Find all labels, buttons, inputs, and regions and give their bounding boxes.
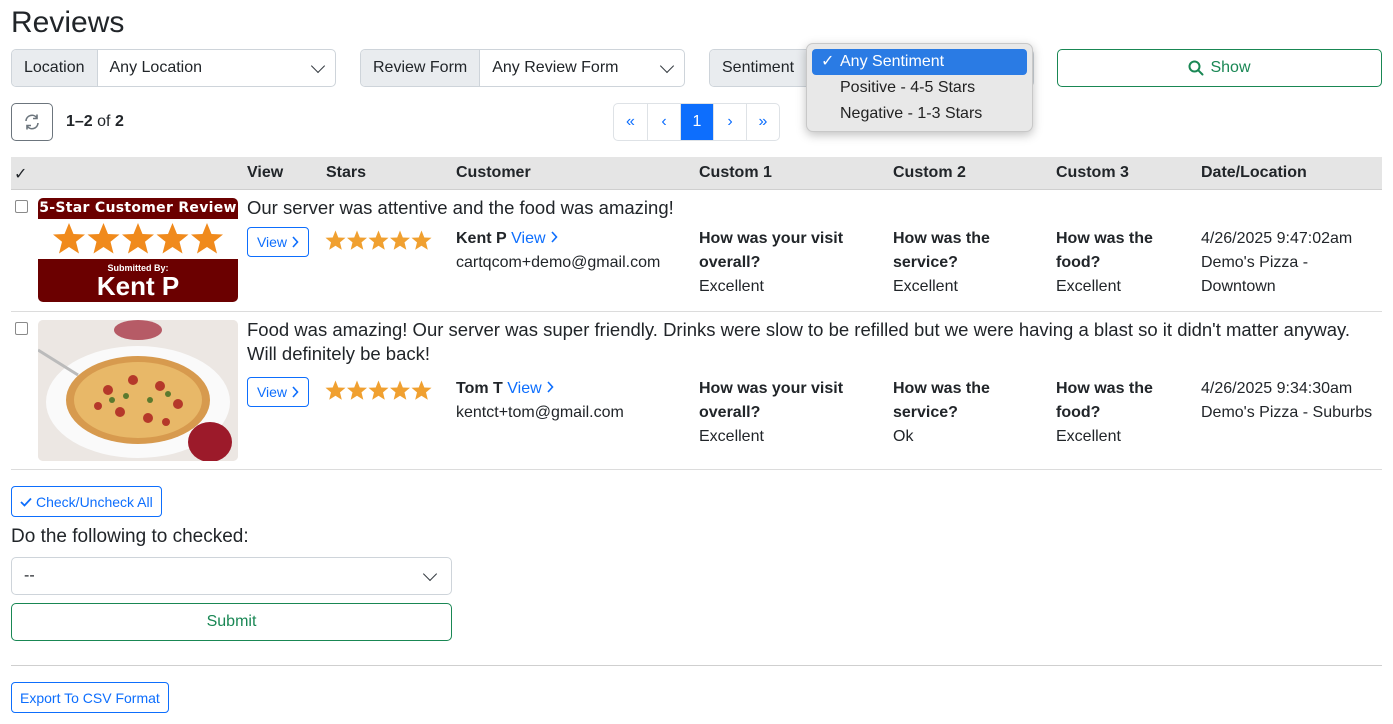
customer-name: Tom T <box>456 380 503 397</box>
sentiment-option-negative[interactable]: Negative - 1-3 Stars <box>812 101 1027 127</box>
custom1-cell: How was your visit overall? Excellent <box>699 380 844 445</box>
custom2-cell: How was the service? Excellent <box>893 230 990 295</box>
page-first[interactable]: « <box>614 104 647 140</box>
pagination: « ‹ 1 › » <box>613 103 780 141</box>
five-stars-icon <box>53 223 223 254</box>
customer-email: cartqcom+demo@gmail.com <box>456 254 661 271</box>
page-next[interactable]: › <box>713 104 746 140</box>
date-location-cell: 4/26/2025 9:34:30am Demo's Pizza - Suburb… <box>1201 380 1373 421</box>
header-stars: Stars <box>326 164 367 181</box>
header-customer: Customer <box>456 164 531 181</box>
page-prev[interactable]: ‹ <box>647 104 680 140</box>
review-badge-image: 5-Star Customer Review Submitted By: Ken… <box>38 198 238 302</box>
header-custom3: Custom 3 <box>1056 164 1129 181</box>
page-last[interactable]: » <box>746 104 779 140</box>
location-select-value: Any Location <box>109 59 203 76</box>
customer-cell: Tom T View kentct+tom@gmail.com <box>456 377 624 425</box>
search-icon <box>1188 60 1204 76</box>
review-text: Our server was attentive and the food wa… <box>247 197 674 218</box>
table-header: ✓ View Stars Customer Custom 1 Custom 2 … <box>11 157 1382 190</box>
star-icon <box>325 230 432 250</box>
table-row: 5-Star Customer Review Submitted By: Ken… <box>11 190 1382 312</box>
header-date-location: Date/Location <box>1201 164 1307 181</box>
chevron-down-icon <box>659 58 675 73</box>
header-view: View <box>247 164 284 181</box>
bulk-action-label: Do the following to checked: <box>11 526 249 547</box>
header-check: ✓ <box>14 166 28 183</box>
review-text: Food was amazing! Our server was super f… <box>247 319 1351 364</box>
location-select[interactable]: Any Location <box>98 50 336 86</box>
page-current[interactable]: 1 <box>680 104 713 140</box>
checkmark-icon <box>20 497 32 507</box>
chevron-right-icon <box>292 236 299 248</box>
review-form-filter[interactable]: Review Form Any Review Form <box>360 49 685 87</box>
star-icon <box>325 380 432 400</box>
customer-name: Kent P <box>456 230 507 247</box>
results-count: 1–2 of 2 <box>66 113 124 130</box>
customer-view-link[interactable]: View <box>507 380 554 397</box>
submit-button[interactable]: Submit <box>11 603 452 641</box>
sentiment-filter-label: Sentiment <box>710 50 808 86</box>
chevron-down-icon <box>422 566 438 581</box>
show-button-label: Show <box>1210 59 1251 76</box>
custom3-cell: How was the food? Excellent <box>1056 380 1153 445</box>
bulk-action-select[interactable]: -- <box>11 557 452 595</box>
checkmark-icon: ✓ <box>821 53 835 70</box>
date-location-cell: 4/26/2025 9:47:02am Demo's Pizza - Downto… <box>1201 230 1353 295</box>
customer-email: kentct+tom@gmail.com <box>456 404 624 421</box>
location-filter[interactable]: Location Any Location <box>11 49 336 87</box>
row-checkbox[interactable] <box>15 200 28 213</box>
star-rating <box>325 380 433 402</box>
sentiment-dropdown-menu[interactable]: ✓ Any Sentiment Positive - 4-5 Stars Neg… <box>806 43 1033 132</box>
chevron-right-icon <box>547 381 554 393</box>
show-button[interactable]: Show <box>1057 49 1382 87</box>
review-form-select[interactable]: Any Review Form <box>480 50 684 86</box>
custom1-cell: How was your visit overall? Excellent <box>699 230 844 295</box>
header-custom1: Custom 1 <box>699 164 772 181</box>
custom2-cell: How was the service? Ok <box>893 380 990 445</box>
chevron-right-icon <box>292 386 299 398</box>
location-filter-label: Location <box>12 50 98 86</box>
review-photo <box>38 320 238 461</box>
chevron-right-icon <box>551 231 558 243</box>
view-review-button[interactable]: View <box>247 227 309 257</box>
review-form-select-value: Any Review Form <box>492 59 619 76</box>
export-csv-button[interactable]: Export To CSV Format <box>11 682 169 713</box>
row-checkbox[interactable] <box>15 322 28 335</box>
sentiment-option-any[interactable]: ✓ Any Sentiment <box>812 49 1027 75</box>
refresh-icon <box>25 114 39 130</box>
table-row: Food was amazing! Our server was super f… <box>11 312 1382 470</box>
refresh-button[interactable] <box>11 103 53 141</box>
customer-view-link[interactable]: View <box>511 230 558 247</box>
page-title: Reviews <box>11 6 125 39</box>
star-rating <box>325 230 433 252</box>
header-custom2: Custom 2 <box>893 164 966 181</box>
divider <box>11 665 1382 666</box>
customer-cell: Kent P View cartqcom+demo@gmail.com <box>456 227 660 275</box>
check-uncheck-all-button[interactable]: Check/Uncheck All <box>11 486 162 517</box>
chevron-down-icon <box>310 58 326 73</box>
review-form-filter-label: Review Form <box>361 50 481 86</box>
custom3-cell: How was the food? Excellent <box>1056 230 1153 295</box>
pizza-image <box>38 320 238 461</box>
view-review-button[interactable]: View <box>247 377 309 407</box>
sentiment-option-positive[interactable]: Positive - 4-5 Stars <box>812 75 1027 101</box>
